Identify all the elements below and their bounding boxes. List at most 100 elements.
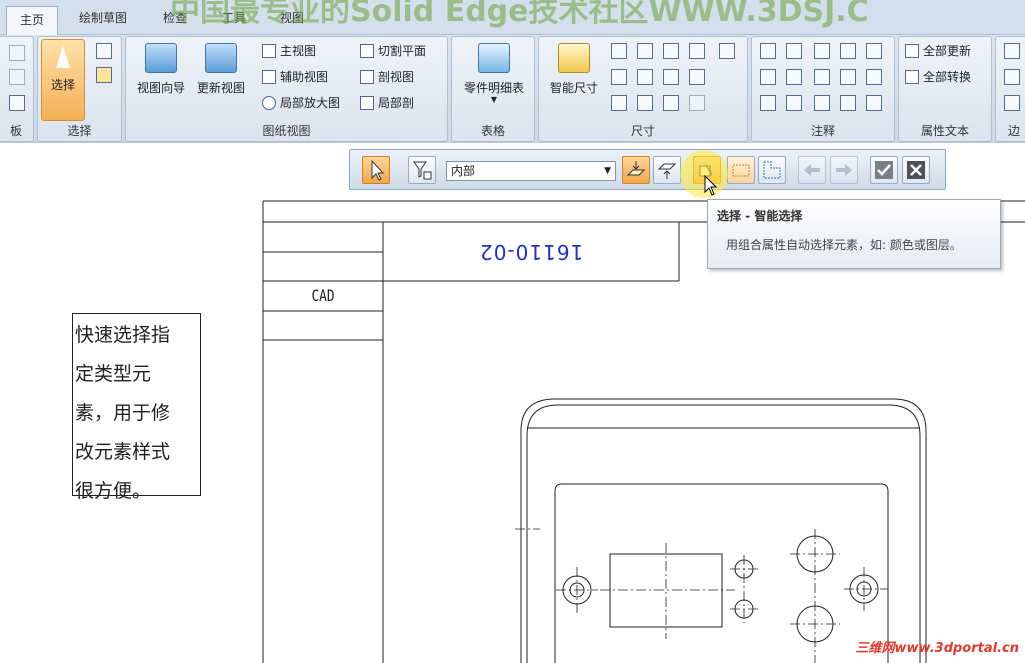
cutting-plane-icon [360,44,374,58]
group-annotation: 注释 [751,36,895,142]
datum-target-icon[interactable] [840,43,856,59]
dimension-axis-icon[interactable] [689,69,705,85]
copy-attributes-icon[interactable] [689,95,705,111]
auxiliary-view-item[interactable]: 辅助视图 [262,67,328,87]
surface-texture-icon[interactable] [786,69,802,85]
coordinate-dimension-icon[interactable] [663,43,679,59]
chamfer-dimension-icon[interactable] [637,69,653,85]
symmetric-diameter-icon[interactable] [611,69,627,85]
edge-style-icon[interactable] [1004,95,1020,111]
group-select: 选择 选择 [37,36,122,142]
group-clipboard: 板 [0,36,34,142]
retrieve-dimension-icon[interactable] [663,95,679,111]
convert-all-item[interactable]: 全部转换 [905,67,971,87]
principal-view-item[interactable]: 主视图 [262,41,316,61]
note-text-box[interactable]: 快速选择指 定类型元 素，用于修 改元素样式 很方便。 [72,313,201,502]
layer-up-icon [657,163,677,179]
previous-button[interactable] [798,156,826,184]
update-views-label: 更新视图 [196,81,245,95]
view-wizard-button[interactable]: 视图向导 [130,43,192,96]
select-tool-icon[interactable] [96,43,112,59]
parts-list-label: 零件明细表 [463,81,524,95]
group-edge: 边 [995,36,1025,142]
broken-out-section-item[interactable]: 局部剖 [360,93,414,113]
part-number[interactable]: 16110-02 [479,240,583,264]
datum-frame-icon[interactable] [814,43,830,59]
select-tool-button[interactable] [362,156,390,184]
principal-view-label: 主视图 [280,44,317,58]
cancel-button[interactable] [902,156,930,184]
group-label-drawing-views: 图纸视图 [262,124,311,138]
note-line: 素，用于修 [75,402,171,424]
centerline-icon[interactable] [814,95,830,111]
group-label-property-text: 属性文本 [920,124,969,138]
callout-icon[interactable] [760,95,776,111]
cutting-plane-item[interactable]: 切割平面 [360,41,426,61]
detail-view-item[interactable]: 局部放大图 [262,93,340,113]
note-line: 改元素样式 [75,441,171,463]
next-button[interactable] [830,156,858,184]
paste-icon[interactable] [9,95,25,111]
attach-dimension-icon[interactable] [611,95,627,111]
detail-view-icon [262,96,276,110]
edge-condition-icon[interactable] [814,69,830,85]
angular-dimension-icon[interactable] [663,69,679,85]
text-icon[interactable] [840,69,856,85]
arrow-left-icon [804,164,820,176]
hide-edges-icon[interactable] [1004,69,1020,85]
leader-icon[interactable] [760,43,776,59]
weld-symbol-icon[interactable] [866,43,882,59]
note-line: 很方便。 [75,480,152,502]
hatch-icon[interactable] [840,95,856,111]
parts-list-button[interactable]: 零件明细表 ▼ [456,43,532,104]
rectangle-select-button[interactable] [727,156,755,184]
cut-icon[interactable] [9,45,25,61]
angular-coordinate-icon[interactable] [689,43,705,59]
section-view-item[interactable]: 剖视图 [360,67,414,87]
balloon-icon[interactable] [760,69,776,85]
section-view-label: 剖视图 [378,70,415,84]
center-mark-icon[interactable] [866,69,882,85]
note-line: 定类型元 [75,363,152,385]
show-edges-icon[interactable] [1004,43,1020,59]
tab-sketch[interactable]: 绘制草图 [68,7,138,29]
convert-all-label: 全部转换 [923,70,972,84]
flag-icon[interactable] [96,67,112,83]
cutting-plane-label: 切割平面 [378,44,427,58]
select-button[interactable]: 选择 [41,39,85,121]
group-dimension: 智能尺寸 尺寸 [538,36,748,142]
select-up-button[interactable] [653,156,681,184]
ribbon: 主页 绘制草图 检查 工具 视图 中国最专业的Solid Edge技术社区WWW… [0,0,1025,142]
rectangle-select-icon [732,164,750,177]
smart-dimension-button[interactable]: 智能尺寸 [543,43,605,96]
connector-icon[interactable] [786,95,802,111]
dimension-style-icon[interactable] [719,43,735,59]
tab-home[interactable]: 主页 [6,6,58,35]
checkmark-icon [875,161,893,179]
cad-label[interactable]: CAD [275,281,371,311]
feature-control-frame-icon[interactable] [786,43,802,59]
distance-between-icon[interactable] [611,43,627,59]
select-filter-dropdown[interactable]: 内部 ▼ [446,161,616,181]
polygon-select-button[interactable] [758,156,786,184]
layer-down-icon [626,161,646,176]
copy-icon[interactable] [9,69,25,85]
accept-button[interactable] [870,156,898,184]
update-all-item[interactable]: 全部更新 [905,41,971,61]
broken-out-section-label: 局部剖 [378,96,415,110]
smart-dimension-label: 智能尺寸 [549,81,598,95]
update-all-icon [905,44,919,58]
group-property-text: 全部更新 全部转换 属性文本 [898,36,992,142]
part-number-cell: 16110-02 [383,222,679,281]
view-wizard-label: 视图向导 [136,81,185,95]
select-down-button[interactable] [622,156,650,184]
update-views-button[interactable]: 更新视图 [192,43,250,96]
angle-between-icon[interactable] [637,43,653,59]
bolt-hole-circle-icon[interactable] [866,95,882,111]
dimension-group-icon[interactable] [637,95,653,111]
broken-out-section-icon [360,96,374,110]
smart-select-tooltip: 选择 - 智能选择 用组合属性自动选择元素，如: 颜色或图层。 [707,199,1001,269]
select-filter-button[interactable] [408,156,436,184]
polygon-select-icon [763,161,781,179]
group-tables: 零件明细表 ▼ 表格 [451,36,535,142]
